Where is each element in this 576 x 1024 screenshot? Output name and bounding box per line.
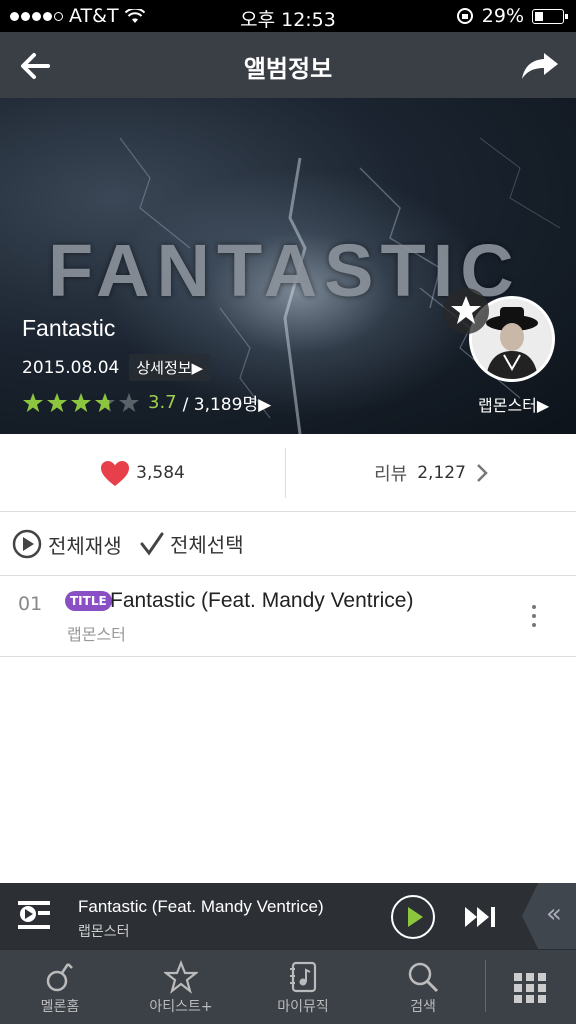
star-icon bbox=[451, 296, 481, 324]
tab-label: 멜론홈 bbox=[40, 999, 80, 1015]
more-options-icon[interactable] bbox=[526, 605, 542, 633]
star-icon bbox=[164, 960, 198, 994]
play-all-label: 전체재생 bbox=[48, 533, 122, 558]
melon-home-icon bbox=[46, 963, 73, 992]
review-count: 2,127 bbox=[417, 463, 466, 483]
tab-search[interactable]: 검색 bbox=[373, 956, 473, 1020]
search-icon bbox=[408, 962, 439, 993]
next-track-icon[interactable] bbox=[463, 903, 499, 931]
double-chevron-left-icon: « bbox=[546, 899, 562, 929]
title-track-badge: TITLE bbox=[65, 591, 112, 611]
mini-player: Fantastic (Feat. Mandy Ventrice) 랩몬스터 « bbox=[0, 883, 576, 949]
select-all-button[interactable]: 전체선택 bbox=[140, 529, 244, 558]
release-date: 2015.08.04 bbox=[22, 357, 120, 378]
battery-percent: 29% bbox=[481, 5, 524, 27]
my-music-icon bbox=[290, 961, 317, 993]
rating-star-icon bbox=[47, 392, 67, 412]
rating-star-icon bbox=[119, 392, 139, 412]
track-title: Fantastic (Feat. Mandy Ventrice) bbox=[110, 589, 414, 612]
review-button[interactable]: 리뷰 2,127 bbox=[286, 434, 576, 512]
track-artist: 랩몬스터 bbox=[67, 625, 126, 644]
play-all-button[interactable]: 전체재생 bbox=[12, 529, 122, 559]
tab-my-music[interactable]: 마이뮤직 bbox=[253, 956, 353, 1020]
tab-bar: 멜론홈 아티스트+ 마이뮤직 검색 bbox=[0, 949, 576, 1024]
favorite-artist-button[interactable] bbox=[443, 288, 489, 334]
track-number: 01 bbox=[18, 593, 43, 615]
heart-icon bbox=[101, 460, 130, 486]
rating-stars bbox=[22, 392, 140, 414]
grid-menu-icon[interactable] bbox=[513, 972, 547, 1004]
chevron-right-icon bbox=[477, 464, 488, 482]
checkmark-icon bbox=[140, 532, 164, 556]
collapse-player-button[interactable]: « bbox=[522, 883, 576, 949]
likes-reviews-row: 3,584 리뷰 2,127 bbox=[0, 434, 576, 512]
tab-label: 검색 bbox=[410, 999, 436, 1015]
review-label: 리뷰 bbox=[374, 464, 408, 485]
rating-star-icon bbox=[71, 392, 91, 412]
play-icon bbox=[408, 907, 423, 927]
album-title: Fantastic bbox=[22, 315, 116, 341]
rating[interactable]: 3.7 / 3,189명▶ bbox=[22, 390, 271, 415]
album-hero: FANTASTIC Fantastic 2015.08.04 상세정보▶ 3.7… bbox=[0, 98, 576, 434]
orientation-lock-icon bbox=[456, 8, 473, 24]
battery-icon bbox=[532, 8, 568, 24]
tab-artist-plus[interactable]: 아티스트+ bbox=[131, 956, 231, 1020]
like-button[interactable]: 3,584 bbox=[0, 434, 285, 512]
rating-star-icon bbox=[23, 392, 43, 412]
like-count: 3,584 bbox=[136, 463, 185, 483]
rating-star-icon bbox=[95, 392, 115, 412]
tab-label: 아티스트+ bbox=[149, 999, 213, 1015]
share-icon[interactable] bbox=[520, 49, 560, 83]
tab-label: 마이뮤직 bbox=[277, 999, 329, 1015]
track-row[interactable]: 01 TITLE Fantastic (Feat. Mandy Ventrice… bbox=[0, 577, 576, 657]
playlist-icon[interactable] bbox=[16, 899, 52, 931]
artist-link[interactable]: 랩몬스터▶ bbox=[478, 392, 549, 416]
tab-melon-home[interactable]: 멜론홈 bbox=[10, 956, 110, 1020]
list-actions: 전체재생 전체선택 bbox=[0, 512, 576, 576]
rating-score: 3.7 bbox=[148, 392, 177, 413]
divider bbox=[485, 960, 486, 1012]
nav-bar: 앨범정보 bbox=[0, 32, 576, 98]
detail-info-button[interactable]: 상세정보▶ bbox=[129, 354, 211, 381]
select-all-label: 전체선택 bbox=[170, 533, 244, 557]
play-circle-icon bbox=[12, 529, 42, 559]
now-playing-artist: 랩몬스터 bbox=[78, 924, 130, 940]
now-playing-title[interactable]: Fantastic (Feat. Mandy Ventrice) bbox=[78, 897, 324, 917]
page-title: 앨범정보 bbox=[243, 55, 333, 83]
play-button[interactable] bbox=[391, 895, 435, 939]
status-bar: AT&T 오후 12:53 29% bbox=[0, 0, 576, 32]
rating-count: / 3,189명▶ bbox=[182, 395, 272, 415]
